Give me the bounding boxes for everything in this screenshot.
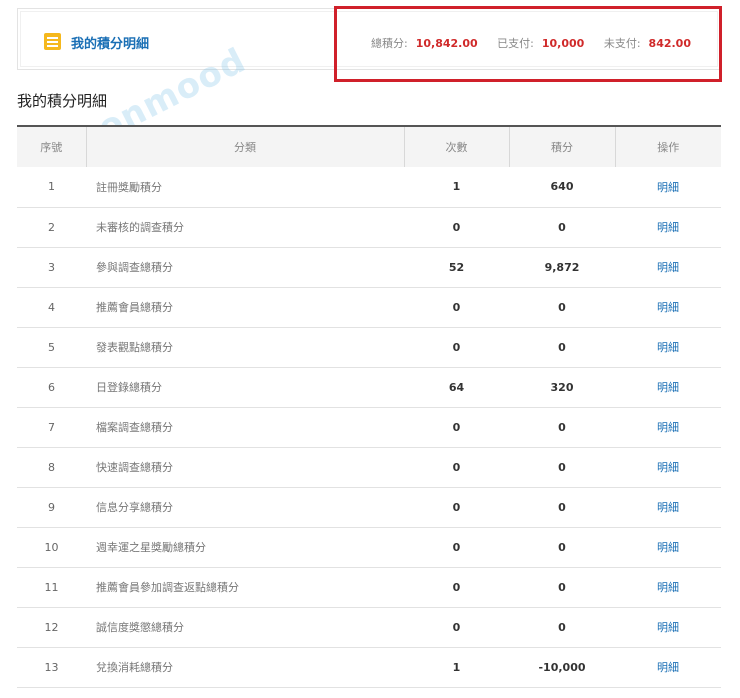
table-row: 6 日登錄總積分 64 320 明細 <box>17 367 721 407</box>
row-count: 1 <box>452 660 461 674</box>
row-count: 0 <box>452 500 461 514</box>
detail-link[interactable]: 明細 <box>615 527 721 567</box>
row-points: 0 <box>558 500 566 514</box>
header-points: 積分 <box>508 126 615 167</box>
row-category: 日登錄總積分 <box>96 381 162 394</box>
table-row: 13 兌換消耗總積分 1 -10,000 明細 <box>17 647 721 687</box>
row-points: 640 <box>550 180 574 194</box>
detail-link[interactable]: 明細 <box>615 607 721 647</box>
row-points: 320 <box>550 380 574 394</box>
table-body: 1 註冊獎勵積分 1 640 明細 2 未審核的調查積分 0 0 明細 3 參與調查總積分 52 9,87… <box>17 167 721 687</box>
row-index: 7 <box>48 420 55 434</box>
row-category: 兌換消耗總積分 <box>96 661 173 674</box>
table-row: 5 發表觀點總積分 0 0 明細 <box>17 327 721 367</box>
row-index: 11 <box>44 580 59 594</box>
stats-highlight-box <box>334 6 722 82</box>
row-index: 10 <box>44 540 59 554</box>
row-index: 4 <box>48 300 55 314</box>
row-count: 52 <box>448 260 465 274</box>
table-row: 10 週幸運之星獎勵總積分 0 0 明細 <box>17 527 721 567</box>
row-index: 2 <box>48 220 55 234</box>
row-category: 推薦會員總積分 <box>96 301 173 314</box>
row-points: 0 <box>558 220 566 234</box>
row-points: 0 <box>558 620 566 634</box>
header-action: 操作 <box>614 126 721 167</box>
row-index: 3 <box>48 260 55 274</box>
row-category: 檔案調查總積分 <box>96 421 173 434</box>
row-index: 1 <box>48 180 55 194</box>
row-points: 0 <box>558 340 566 354</box>
detail-link[interactable]: 明細 <box>615 487 721 527</box>
detail-link[interactable]: 明細 <box>615 327 721 367</box>
row-count: 0 <box>452 300 461 314</box>
row-index: 6 <box>48 380 55 394</box>
row-index: 5 <box>48 340 55 354</box>
table-row: 7 檔案調查總積分 0 0 明細 <box>17 407 721 447</box>
table-row: 9 信息分享總積分 0 0 明細 <box>17 487 721 527</box>
header-count: 次數 <box>403 126 509 167</box>
row-count: 0 <box>452 220 461 234</box>
row-category: 誠信度獎懲總積分 <box>96 621 184 634</box>
row-count: 64 <box>448 380 465 394</box>
detail-link[interactable]: 明細 <box>615 567 721 607</box>
table-header-row: 序號 分類 次數 積分 操作 <box>17 126 721 167</box>
row-category: 註冊獎勵積分 <box>96 180 162 194</box>
row-points: 9,872 <box>544 260 580 274</box>
page-title: 我的積分明細 <box>17 92 108 110</box>
detail-link[interactable]: 明細 <box>615 167 721 207</box>
row-category: 推薦會員參加調查返點總積分 <box>96 581 239 594</box>
header-index: 序號 <box>40 141 63 154</box>
row-category: 信息分享總積分 <box>96 501 173 514</box>
row-category: 未審核的調查積分 <box>96 221 184 234</box>
detail-link[interactable]: 明細 <box>615 407 721 447</box>
row-category: 快速調查總積分 <box>96 461 173 474</box>
row-count: 0 <box>452 540 461 554</box>
header-category: 分類 <box>85 126 404 167</box>
summary-title[interactable]: 我的積分明細 <box>71 33 149 52</box>
row-count: 0 <box>452 460 461 474</box>
detail-link[interactable]: 明細 <box>615 247 721 287</box>
detail-link[interactable]: 明細 <box>615 647 721 687</box>
detail-link[interactable]: 明細 <box>615 367 721 407</box>
table-row: 2 未審核的調查積分 0 0 明細 <box>17 207 721 247</box>
detail-link[interactable]: 明細 <box>615 207 721 247</box>
detail-link[interactable]: 明細 <box>615 287 721 327</box>
row-points: 0 <box>558 580 566 594</box>
row-category: 發表觀點總積分 <box>96 341 173 354</box>
row-points: -10,000 <box>538 660 586 674</box>
row-count: 0 <box>452 620 461 634</box>
row-count: 0 <box>452 580 461 594</box>
row-count: 0 <box>452 420 461 434</box>
row-category: 參與調查總積分 <box>96 261 173 274</box>
row-category: 週幸運之星獎勵總積分 <box>96 541 206 554</box>
table-row: 3 參與調查總積分 52 9,872 明細 <box>17 247 721 287</box>
row-points: 0 <box>558 300 566 314</box>
table-row: 4 推薦會員總積分 0 0 明細 <box>17 287 721 327</box>
row-points: 0 <box>558 460 566 474</box>
row-index: 8 <box>48 460 55 474</box>
table-row: 8 快速調查總積分 0 0 明細 <box>17 447 721 487</box>
detail-link[interactable]: 明細 <box>615 447 721 487</box>
row-points: 0 <box>558 420 566 434</box>
points-table: 序號 分類 次數 積分 操作 1 註冊獎勵積分 1 640 明細 2 未審核的調查積分 0 0 明… <box>17 125 721 688</box>
row-count: 0 <box>452 340 461 354</box>
row-points: 0 <box>558 540 566 554</box>
table-row: 1 註冊獎勵積分 1 640 明細 <box>17 167 721 207</box>
list-icon <box>44 33 61 50</box>
row-index: 13 <box>44 660 59 674</box>
row-index: 9 <box>48 500 55 514</box>
table-row: 11 推薦會員參加調查返點總積分 0 0 明細 <box>17 567 721 607</box>
row-index: 12 <box>44 620 59 634</box>
table-row: 12 誠信度獎懲總積分 0 0 明細 <box>17 607 721 647</box>
row-count: 1 <box>452 180 461 194</box>
